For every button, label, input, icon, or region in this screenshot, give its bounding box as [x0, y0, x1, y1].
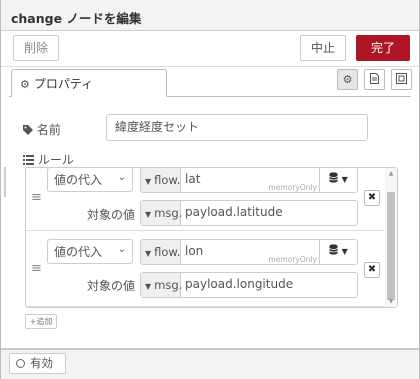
caret-down-icon: ▼ — [145, 210, 152, 219]
target-value: lat — [185, 172, 201, 186]
toggle-circle-icon — [16, 359, 25, 368]
remove-rule-button[interactable]: ✖ — [364, 262, 380, 278]
rule-value-input[interactable]: ▼ msg. payload.latitude — [140, 200, 358, 226]
tray-header: change ノードを編集 — [1, 0, 419, 31]
resize-handle[interactable] — [1, 167, 6, 197]
add-rule-button[interactable]: +追加 — [25, 314, 57, 329]
rule-target-input[interactable]: ▼ flow. lat memoryOnly ▼ — [140, 167, 358, 193]
value-text: payload.latitude — [185, 205, 283, 219]
rule-value-label: 対象の値 — [87, 279, 136, 293]
rule-action-value: 値の代入 — [54, 245, 103, 259]
rule-action-select[interactable]: 値の代入 ⌄ — [47, 239, 133, 264]
rules-label-text: ルール — [37, 153, 74, 167]
gear-icon: ⚙ — [20, 78, 30, 91]
type-selector[interactable]: ▼ flow. — [141, 168, 181, 192]
tray-title: change ノードを編集 — [11, 11, 142, 26]
rule-target-input[interactable]: ▼ flow. lon memoryOnly ▼ — [140, 239, 358, 265]
caret-down-icon: ▼ — [341, 175, 348, 184]
type-selector[interactable]: ▼ msg. — [141, 273, 183, 297]
add-rule-label: 追加 — [36, 317, 53, 326]
caret-down-icon: ▼ — [145, 282, 152, 291]
type-selector[interactable]: ▼ msg. — [141, 201, 183, 225]
context-store-button[interactable]: ▼ — [319, 240, 357, 264]
caret-down-icon: ▼ — [341, 247, 348, 256]
type-selector[interactable]: ▼ flow. — [141, 240, 181, 264]
scroll-down-icon[interactable]: ▼ — [387, 298, 395, 305]
caret-down-icon: ▼ — [145, 249, 152, 258]
tab-properties[interactable]: ⚙ プロパティ — [11, 69, 167, 97]
database-icon — [329, 244, 342, 257]
target-value: lon — [185, 244, 204, 258]
name-label-text: 名前 — [36, 123, 61, 137]
context-store-button[interactable]: ▼ — [319, 168, 357, 192]
appearance-tab-frame-icon[interactable] — [391, 69, 412, 90]
settings-tab-gear-icon[interactable]: ⚙ — [337, 69, 358, 90]
type-label: msg. — [154, 278, 183, 292]
list-icon — [23, 153, 38, 167]
type-label: flow. — [154, 245, 181, 259]
rule-value-label: 対象の値 — [87, 208, 136, 222]
value-text: payload.longitude — [185, 277, 294, 291]
remove-rule-button[interactable]: ✖ — [364, 190, 380, 206]
tag-icon — [23, 123, 37, 137]
scrollbar-thumb[interactable] — [387, 192, 395, 300]
caret-down-icon: ▼ — [145, 177, 152, 186]
rule-action-value: 値の代入 — [54, 173, 103, 187]
type-label: flow. — [154, 173, 181, 187]
drag-handle-icon[interactable]: ≡ — [31, 262, 42, 275]
cancel-button[interactable]: 中止 — [300, 35, 346, 61]
drag-handle-icon[interactable]: ≡ — [31, 191, 42, 204]
chevron-down-icon: ⌄ — [117, 244, 126, 255]
name-input[interactable]: 緯度経度セット — [106, 114, 368, 141]
document-icon — [370, 73, 379, 84]
type-label: msg. — [154, 206, 183, 220]
rule-value-input[interactable]: ▼ msg. payload.longitude — [140, 272, 358, 298]
rule-action-select[interactable]: 値の代入 ⌄ — [47, 167, 133, 192]
enable-label: 有効 — [30, 356, 53, 370]
database-icon — [329, 172, 342, 185]
description-tab-document-icon[interactable] — [364, 69, 385, 90]
enable-toggle[interactable]: 有効 — [9, 353, 66, 374]
delete-button[interactable]: 削除 — [13, 35, 59, 61]
tab-properties-label: プロパティ — [33, 77, 94, 91]
name-label: 名前 — [23, 121, 61, 138]
tab-bar: ⚙ プロパティ ⚙ — [1, 67, 419, 97]
context-store-hint: memoryOnly — [268, 183, 317, 192]
close-icon: ✖ — [367, 264, 377, 275]
edit-tray: change ノードを編集 削除 中止 完了 ⚙ プロパティ ⚙ 名前 緯度経度セ… — [0, 0, 420, 379]
rules-label: ルール — [23, 151, 74, 168]
scroll-up-icon[interactable]: ▲ — [387, 170, 395, 177]
frame-icon — [396, 73, 407, 84]
close-icon: ✖ — [367, 192, 377, 203]
done-button[interactable]: 完了 — [356, 35, 410, 61]
context-store-hint: memoryOnly — [268, 255, 317, 264]
chevron-down-icon: ⌄ — [117, 172, 126, 183]
